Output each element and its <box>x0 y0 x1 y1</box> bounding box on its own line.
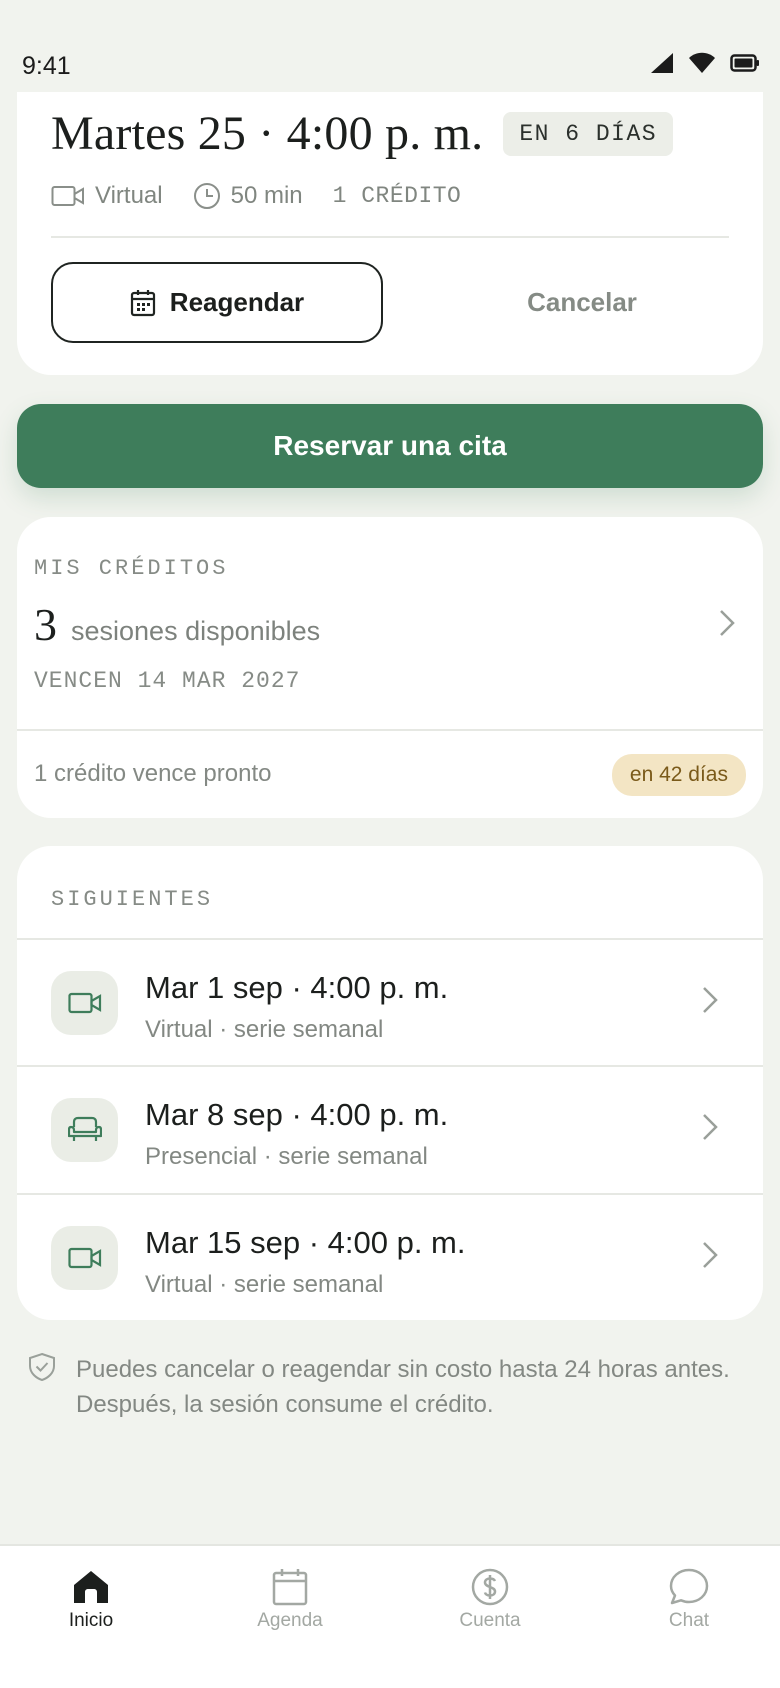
credits-count: 3 <box>34 599 57 650</box>
tab-label: Inicio <box>68 1610 114 1631</box>
status-bar: 9:41 <box>0 0 780 92</box>
cancellation-policy: Puedes cancelar o reagendar sin costo ha… <box>28 1352 758 1422</box>
tab-chat[interactable]: Chat <box>619 1568 759 1632</box>
appointment-title-row: Martes 25 · 4:00 p. m. EN 6 DÍAS <box>51 106 674 161</box>
policy-line-2: Después, la sesión consume el crédito. <box>76 1391 494 1418</box>
wifi-icon <box>689 52 715 73</box>
calendar-icon <box>272 1569 308 1606</box>
calendar-icon <box>130 289 155 316</box>
chevron-right-icon <box>703 1242 718 1268</box>
armchair-icon <box>67 1116 102 1141</box>
appointment-meta: Virtual 50 min 1 CRÉDITO <box>51 182 491 210</box>
appointment-countdown-badge: EN 6 DÍAS <box>503 111 674 156</box>
appointment-mode-label: Virtual <box>95 182 163 209</box>
credits-expiry: VENCEN 14 MAR 2027 <box>34 668 301 694</box>
reschedule-button[interactable]: Reagendar <box>51 262 383 343</box>
tab-inicio[interactable]: Inicio <box>21 1568 161 1632</box>
cellular-signal-icon <box>651 53 673 73</box>
appointment-type-badge <box>51 971 118 1035</box>
credits-summary: 3 sesiones disponibles <box>34 598 320 651</box>
tab-cuenta[interactable]: Cuenta <box>420 1568 560 1632</box>
cancel-label: Cancelar <box>527 287 637 317</box>
credits-text: sesiones disponibles <box>71 616 321 646</box>
chevron-right-icon[interactable] <box>718 608 736 638</box>
video-icon <box>67 992 101 1014</box>
next-appointments-card: SIGUIENTES Mar 1 sep · 4:00 p. m. Virtua… <box>17 846 763 1320</box>
appointment-mode: Virtual <box>51 182 163 210</box>
appointment-details: Presencial · serie semanal <box>145 1143 428 1170</box>
video-icon <box>51 186 84 206</box>
appointment-date: Mar 1 sep · 4:00 p. m. <box>145 970 449 1005</box>
appointment-details: Virtual · serie semanal <box>145 1271 384 1298</box>
status-time: 9:41 <box>22 52 71 80</box>
battery-icon <box>730 54 759 72</box>
policy-line-1: Puedes cancelar o reagendar sin costo ha… <box>76 1356 730 1383</box>
dollar-circle-icon <box>471 1568 509 1606</box>
shield-check-icon <box>29 1352 55 1382</box>
appointment-type-badge <box>51 1226 118 1290</box>
home-icon <box>74 1571 108 1603</box>
status-icons <box>650 52 760 74</box>
chevron-right-icon <box>703 987 718 1013</box>
appointment-date: Mar 8 sep · 4:00 p. m. <box>145 1097 449 1132</box>
bottom-tab-bar: Inicio Agenda Cuenta Chat <box>0 1544 780 1688</box>
tab-agenda[interactable]: Agenda <box>220 1568 360 1632</box>
tab-label: Cuenta <box>459 1610 521 1631</box>
clock-icon <box>193 183 220 209</box>
appointment-duration-label: 50 min <box>230 182 303 209</box>
next-section-label: SIGUIENTES <box>51 887 214 912</box>
cancel-button[interactable]: Cancelar <box>417 262 747 343</box>
policy-text: Puedes cancelar o reagendar sin costo ha… <box>76 1352 730 1422</box>
appointment-duration: 50 min <box>193 182 303 210</box>
appointment-title: Martes 25 · 4:00 p. m. <box>51 107 484 160</box>
credits-section-label: MIS CRÉDITOS <box>34 556 229 581</box>
reschedule-label: Reagendar <box>169 287 305 317</box>
appointment-type-badge <box>51 1098 118 1162</box>
list-item[interactable]: Mar 15 sep · 4:00 p. m. Virtual · serie … <box>17 1195 763 1321</box>
tab-label: Chat <box>668 1610 710 1631</box>
credit-expiring-note: 1 crédito vence pronto <box>34 760 272 787</box>
appointment-date: Mar 15 sep · 4:00 p. m. <box>145 1225 466 1260</box>
divider <box>51 236 729 238</box>
divider <box>17 729 763 731</box>
chevron-right-icon <box>703 1114 718 1140</box>
expiring-days-badge: en 42 días <box>611 754 746 796</box>
chat-bubble-icon <box>669 1568 709 1605</box>
list-item[interactable]: Mar 8 sep · 4:00 p. m. Presencial · seri… <box>17 1067 763 1193</box>
tab-label: Agenda <box>257 1610 323 1631</box>
video-icon <box>67 1247 101 1269</box>
list-item[interactable]: Mar 1 sep · 4:00 p. m. Virtual · serie s… <box>17 940 763 1066</box>
book-appointment-button[interactable]: Reservar una cita <box>17 404 763 488</box>
appointment-details: Virtual · serie semanal <box>145 1016 384 1043</box>
appointment-credit-cost: 1 CRÉDITO <box>332 183 462 209</box>
